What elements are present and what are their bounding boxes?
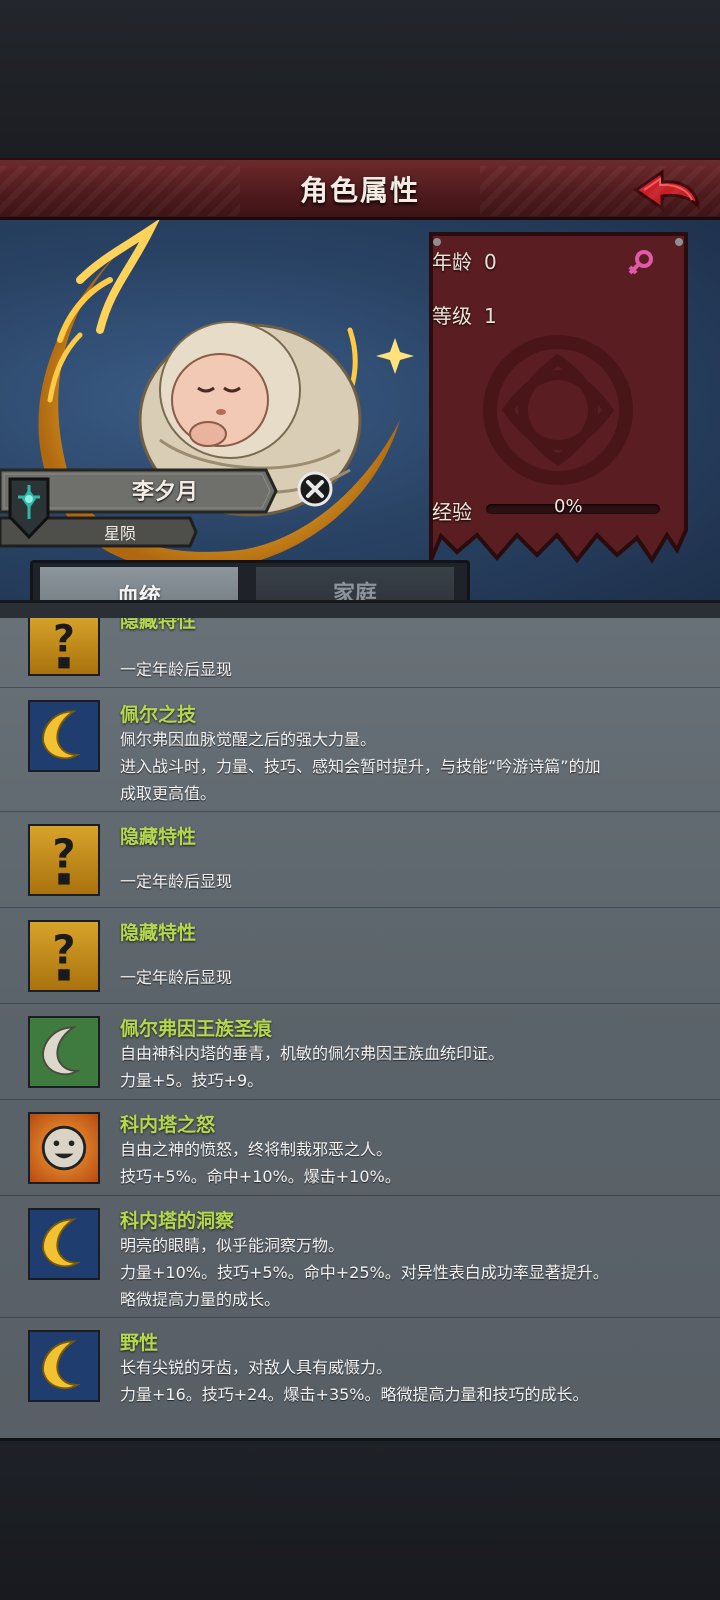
list-item[interactable]: 野性 长有尖锐的牙齿，对敌人具有威慑力。 力量+16。技巧+24。爆击+35%。… — [0, 1318, 720, 1418]
trait-desc-line: 一定年龄后显现 — [120, 872, 233, 891]
trait-desc-line: 长有尖锐的牙齿，对敌人具有威慑力。 — [120, 1358, 393, 1377]
trait-desc-line: 力量+10%。技巧+5%。命中+25%。对异性表白成功率显著提升。 — [120, 1263, 609, 1282]
age-value: 0 — [484, 250, 497, 274]
list-item[interactable]: ? 隐藏特性 一定年龄后显现 — [0, 812, 720, 908]
trait-desc-line: 力量+5。技巧+9。 — [120, 1071, 264, 1090]
trait-desc-line: 明亮的眼睛，似乎能洞察万物。 — [120, 1236, 345, 1255]
family-crest-icon — [8, 477, 50, 540]
trait-desc-line: 一定年龄后显现 — [120, 660, 233, 679]
top-backdrop — [0, 0, 720, 160]
page-title: 角色属性 — [299, 173, 420, 207]
trait-name: 野性 — [120, 1332, 159, 1354]
svg-text:?: ? — [52, 928, 75, 974]
bottom-backdrop — [0, 1438, 720, 1600]
trait-list[interactable]: ? 隐藏特性 一定年龄后显现 佩尔之技 佩尔弗因血脉觉醒之后的强大力量。 进入战… — [0, 618, 720, 1438]
list-item[interactable]: 佩尔弗因王族圣痕 自由神科内塔的垂青，机敏的佩尔弗因王族血统印证。 力量+5。技… — [0, 1004, 720, 1100]
character-title: 星陨 — [103, 524, 136, 543]
trait-desc-line: 成取更高值。 — [120, 784, 217, 803]
trait-name: 隐藏特性 — [120, 618, 197, 632]
svg-text:?: ? — [53, 618, 75, 661]
trait-name: 隐藏特性 — [120, 826, 197, 848]
crescent-moon-icon — [28, 1330, 100, 1402]
question-icon: ? — [28, 920, 100, 992]
question-icon: ? — [28, 824, 100, 896]
smiling-sun-icon — [28, 1112, 100, 1184]
list-item[interactable]: ? 隐藏特性 一定年龄后显现 — [0, 618, 720, 688]
trait-name: 科内塔的洞察 — [120, 1210, 235, 1232]
list-item[interactable]: 佩尔之技 佩尔弗因血脉觉醒之后的强大力量。 进入战斗时，力量、技巧、感知会暂时提… — [0, 688, 720, 812]
trait-desc-line: 佩尔弗因血脉觉醒之后的强大力量。 — [120, 730, 377, 749]
trait-name: 佩尔弗因王族圣痕 — [120, 1018, 273, 1040]
trait-name: 隐藏特性 — [120, 922, 197, 944]
exp-label: 经验 — [432, 500, 472, 524]
trait-desc-line: 一定年龄后显现 — [120, 968, 233, 987]
age-label: 年龄 — [432, 250, 472, 274]
trait-name: 科内塔之怒 — [120, 1114, 216, 1136]
svg-text:?: ? — [52, 832, 75, 878]
crescent-moon-icon — [28, 700, 100, 772]
trait-desc-line: 力量+16。技巧+24。爆击+35%。略微提高力量和技巧的成长。 — [120, 1385, 589, 1404]
character-hero: 年龄 0 等级 1 经验 0% 李夕月 星陨 — [0, 220, 720, 615]
tabs-divider — [0, 600, 720, 618]
trait-desc-line: 技巧+5%。命中+10%。爆击+10%。 — [120, 1167, 401, 1186]
green-crescent-icon — [28, 1016, 100, 1088]
crescent-moon-icon — [28, 1208, 100, 1280]
trait-desc-line: 自由神科内塔的垂青，机敏的佩尔弗因王族血统印证。 — [120, 1044, 505, 1063]
trait-desc-line: 进入战斗时，力量、技巧、感知会暂时提升，与技能“吟游诗篇”的加 — [120, 757, 601, 776]
header-bar: 角色属性 — [0, 158, 720, 220]
level-stat: 等级 1 — [432, 300, 497, 329]
back-arrow-icon[interactable] — [632, 166, 702, 214]
list-item[interactable]: ? 隐藏特性 一定年龄后显现 — [0, 908, 720, 1004]
trait-desc-line: 自由之神的愤怒，终将制裁邪恶之人。 — [120, 1140, 393, 1159]
age-stat: 年龄 0 — [432, 246, 497, 275]
female-gender-icon — [628, 250, 653, 275]
character-name: 李夕月 — [131, 480, 198, 505]
list-item[interactable]: 科内塔之怒 自由之神的愤怒，终将制裁邪恶之人。 技巧+5%。命中+10%。爆击+… — [0, 1100, 720, 1196]
exp-stat: 经验 — [432, 496, 472, 525]
trait-name: 佩尔之技 — [120, 704, 197, 726]
close-icon[interactable] — [296, 470, 334, 508]
list-item[interactable]: 科内塔的洞察 明亮的眼睛，似乎能洞察万物。 力量+10%。技巧+5%。命中+25… — [0, 1196, 720, 1318]
level-label: 等级 — [432, 304, 472, 328]
trait-desc-line: 略微提高力量的成长。 — [120, 1290, 281, 1309]
exp-value: 0% — [554, 496, 583, 517]
level-value: 1 — [484, 304, 497, 328]
question-icon: ? — [28, 618, 100, 676]
